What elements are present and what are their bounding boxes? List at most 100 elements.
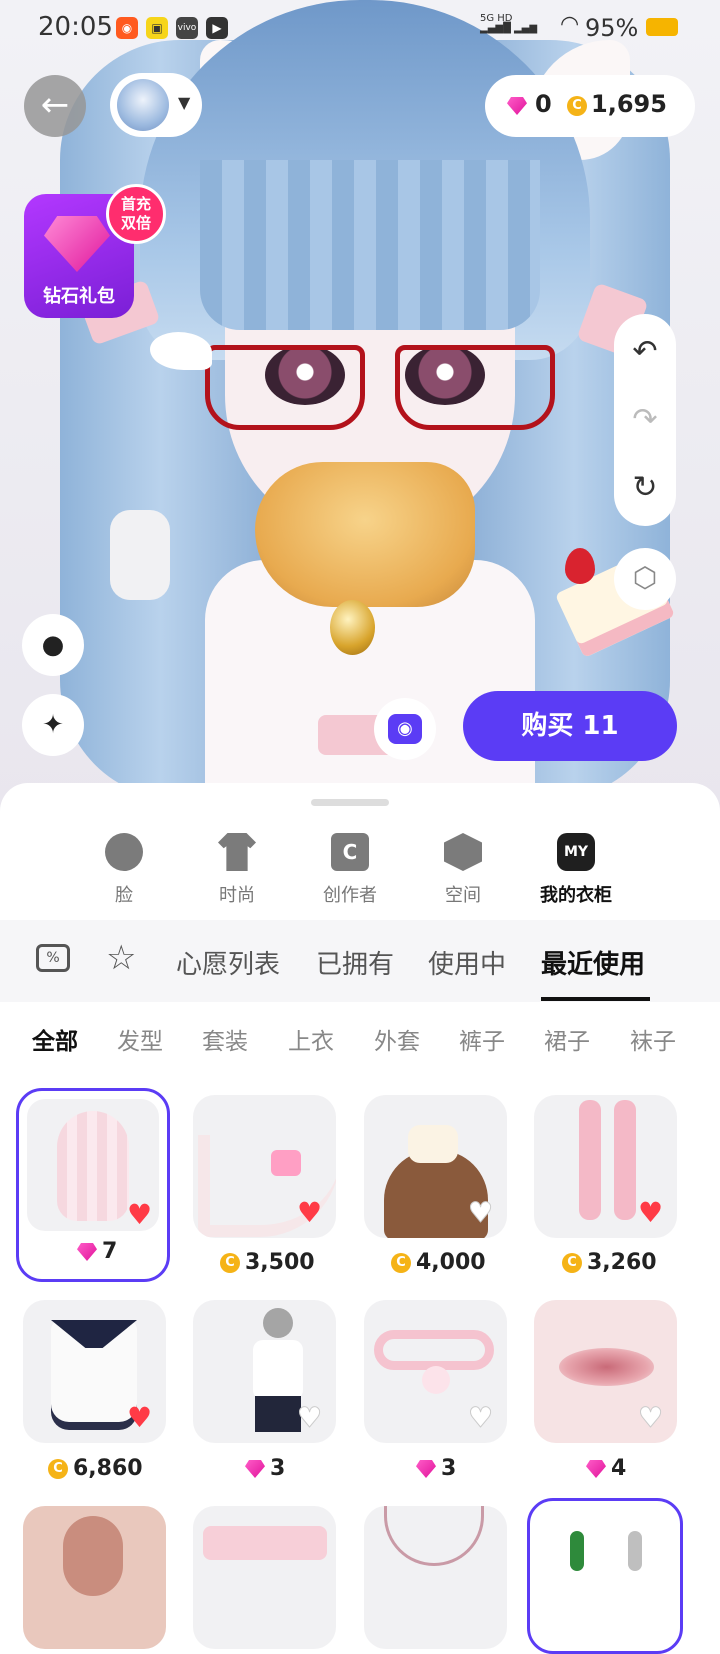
gem-icon <box>416 1460 436 1478</box>
battery-percent: 95% <box>585 14 639 42</box>
bell-icon <box>422 1366 450 1394</box>
heart-filled-icon[interactable]: ♥ <box>127 1201 152 1229</box>
heart-outline-icon[interactable]: ♥ <box>467 1403 493 1432</box>
tab-in-use[interactable]: 使用中 <box>428 944 506 981</box>
network-label: 5G HD <box>480 13 513 24</box>
gem-icon <box>77 1243 97 1261</box>
category-space[interactable]: 空间 <box>413 833 513 907</box>
shorts-icon <box>255 1396 301 1432</box>
coin-icon: C <box>391 1253 411 1273</box>
reset-icon[interactable]: ↻ <box>614 470 676 505</box>
back-button[interactable]: ← <box>24 75 86 137</box>
white-shirt-icon <box>253 1340 303 1400</box>
promo-label: 钻石礼包 <box>43 286 115 307</box>
price-value: 3 <box>270 1456 286 1481</box>
category-label: 创作者 <box>323 885 377 906</box>
magic-wand-button[interactable]: ✦ <box>22 694 84 756</box>
face-view-button[interactable]: ● <box>22 614 84 676</box>
gem-icon <box>245 1460 265 1478</box>
filter-coat[interactable]: 外套 <box>374 1022 420 1056</box>
category-label: 时尚 <box>219 885 255 906</box>
item-card-partial[interactable] <box>193 1506 336 1649</box>
item-card-partial-selected[interactable] <box>527 1498 683 1654</box>
filter-socks[interactable]: 袜子 <box>630 1022 676 1056</box>
diamond-pack-promo[interactable]: 钻石礼包 首充 双倍 <box>24 184 166 318</box>
avatar-switcher[interactable]: ▼ <box>110 73 202 137</box>
item-price: C 3,500 <box>220 1248 315 1278</box>
heart-filled-icon[interactable]: ♥ <box>297 1199 322 1227</box>
item-card-selected[interactable]: ♥ 7 <box>16 1088 170 1282</box>
coin-icon: C <box>48 1459 68 1479</box>
cat-plush <box>110 510 170 600</box>
badge-line-2: 双倍 <box>120 214 151 232</box>
item-price: 3 <box>245 1454 285 1484</box>
earring-icon <box>628 1531 642 1571</box>
gem-icon <box>586 1460 606 1478</box>
filter-hair[interactable]: 发型 <box>117 1022 163 1056</box>
item-card-partial[interactable] <box>23 1506 166 1649</box>
filter-skirt[interactable]: 裙子 <box>544 1022 590 1056</box>
sheet-drag-handle[interactable] <box>311 799 389 806</box>
necklace-icon <box>384 1506 484 1566</box>
heart-outline-icon[interactable]: ♥ <box>637 1403 663 1432</box>
camera-button[interactable]: ◉ <box>374 698 436 760</box>
camera-icon: ◉ <box>388 714 422 744</box>
star-icon[interactable]: ☆ <box>106 938 136 978</box>
diamond-icon <box>44 216 110 272</box>
status-time: 20:05 <box>38 12 113 42</box>
currency-balance[interactable]: 0 C 1,695 <box>485 75 695 137</box>
filter-pants[interactable]: 裤子 <box>459 1022 505 1056</box>
battery-icon <box>646 18 678 36</box>
leg-warmer-icon <box>579 1100 601 1220</box>
price-value: 3,260 <box>587 1250 657 1275</box>
coupon-icon[interactable]: % <box>36 944 70 972</box>
avatar-bangs <box>200 160 540 330</box>
nose-icon <box>63 1516 123 1596</box>
heart-outline-icon[interactable]: ♥ <box>296 1403 322 1432</box>
heart-filled-icon[interactable]: ♥ <box>638 1199 663 1227</box>
item-card-partial[interactable] <box>364 1506 507 1649</box>
item-card[interactable]: ♥ <box>23 1300 166 1443</box>
earring-icon <box>570 1531 584 1571</box>
filter-all[interactable]: 全部 <box>32 1022 78 1056</box>
item-card[interactable]: ♥ <box>193 1095 336 1238</box>
item-card[interactable]: ♥ <box>534 1095 677 1238</box>
category-label: 我的衣柜 <box>540 885 612 906</box>
buy-button[interactable]: 购买 11 <box>463 691 677 761</box>
item-price: 4 <box>586 1454 626 1484</box>
creator-bag-icon: C <box>331 833 369 871</box>
filter-top[interactable]: 上衣 <box>288 1022 334 1056</box>
undo-icon[interactable]: ↶ <box>614 334 676 369</box>
category-face[interactable]: 脸 <box>74 833 174 907</box>
tab-wishlist[interactable]: 心愿列表 <box>176 944 280 981</box>
item-card[interactable]: ♥ <box>364 1095 507 1238</box>
redo-icon[interactable]: ↷ <box>614 402 676 437</box>
glasses-left-lens <box>205 345 365 430</box>
price-value: 4,000 <box>416 1250 486 1275</box>
category-creator[interactable]: C 创作者 <box>300 833 400 907</box>
status-bar: 20:05 ◉ ▣ vivo ▶ 5G HD ▂▄▆█ ▂▄▆ ◠ 95% <box>0 0 720 56</box>
item-price: C 6,860 <box>48 1454 143 1484</box>
notification-app-icon: ◉ <box>116 17 138 39</box>
pink-hair-icon <box>57 1111 129 1221</box>
heart-outline-icon[interactable]: ♥ <box>467 1198 493 1227</box>
item-card[interactable]: ♥ <box>364 1300 507 1443</box>
category-label: 空间 <box>445 885 481 906</box>
heart-filled-icon[interactable]: ♥ <box>127 1404 152 1432</box>
taiyaki-cookie <box>255 462 475 607</box>
tab-owned[interactable]: 已拥有 <box>316 944 394 981</box>
category-my-wardrobe[interactable]: MY 我的衣柜 <box>526 833 626 907</box>
badge-line-1: 首充 <box>120 195 151 213</box>
item-card[interactable]: ♥ <box>534 1300 677 1443</box>
lips-icon <box>559 1348 654 1386</box>
avatar <box>117 79 169 131</box>
tab-recently-used[interactable]: 最近使用 <box>541 944 645 981</box>
item-card[interactable]: ♥ <box>193 1300 336 1443</box>
cube-icon: ⬡ <box>632 561 658 594</box>
filter-set[interactable]: 套装 <box>202 1022 248 1056</box>
active-tab-indicator <box>541 997 650 1001</box>
view-3d-button[interactable]: ⬡ <box>614 548 676 610</box>
coin-icon: C <box>562 1253 582 1273</box>
category-fashion[interactable]: 时尚 <box>187 833 287 907</box>
network-indicator: 5G HD ▂▄▆█ ▂▄▆ <box>480 13 538 34</box>
